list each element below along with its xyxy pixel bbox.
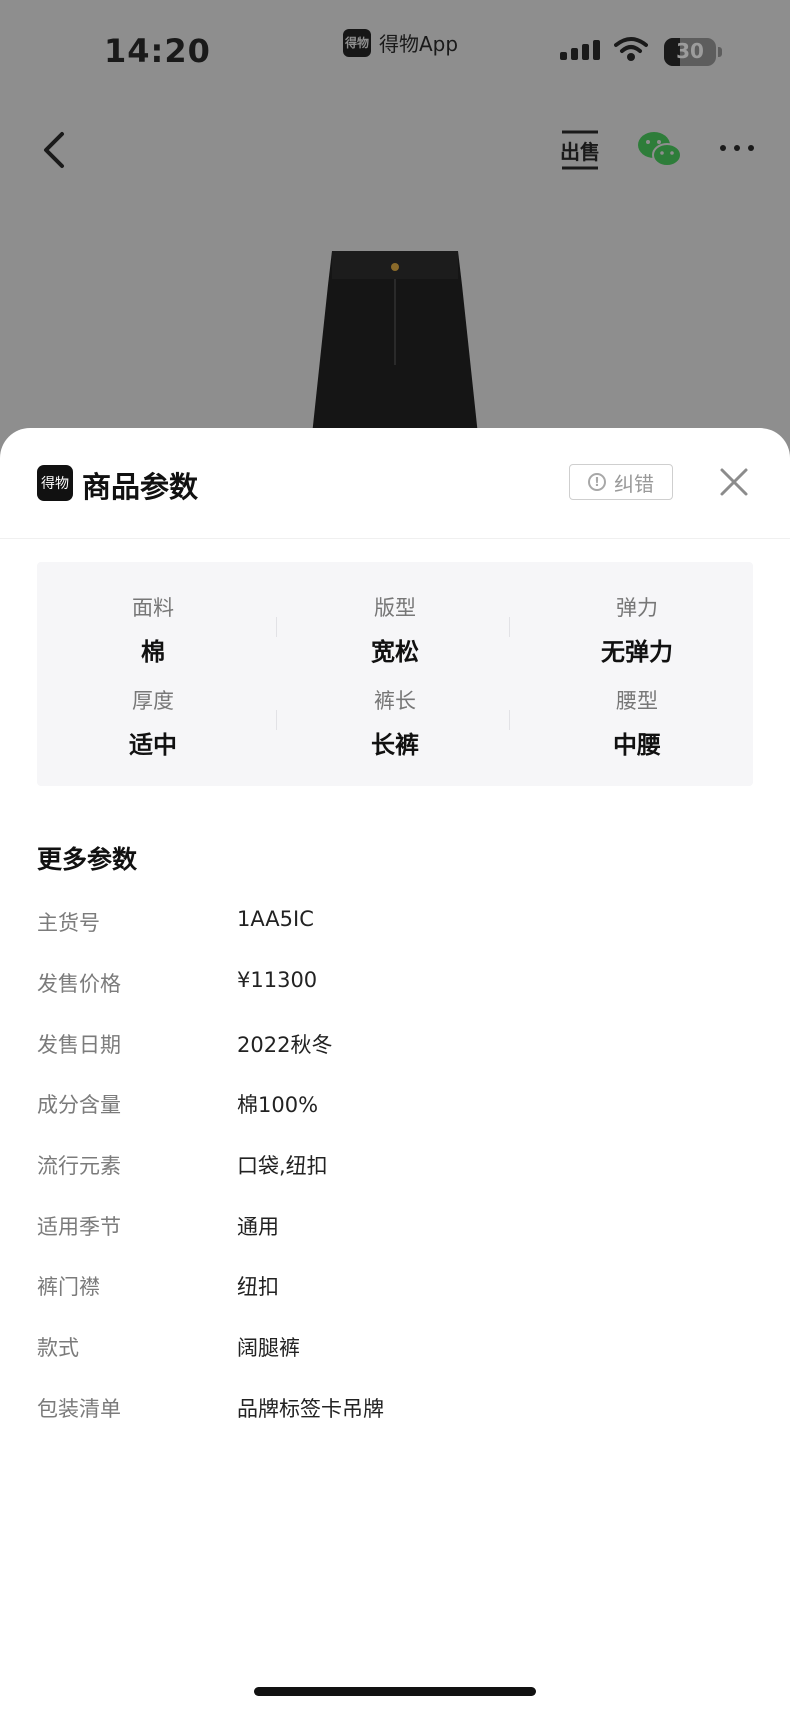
param-key: 发售日期 <box>37 1033 121 1057</box>
wifi-icon <box>614 37 648 61</box>
param-stretch: 弹力 无弹力 <box>521 592 753 667</box>
param-value: ¥11300 <box>237 968 318 992</box>
sheet-header: 得物 商品参数 ! 纠错 <box>0 428 790 539</box>
param-key: 裤长 <box>374 689 416 713</box>
param-fabric: 面料 棉 <box>37 592 269 667</box>
sheet-title: 商品参数 <box>82 470 199 504</box>
param-row: 发售价格 ¥11300 <box>37 968 753 1008</box>
more-icon[interactable] <box>720 138 760 158</box>
status-time: 14:20 <box>104 32 211 70</box>
report-error-label: 纠错 <box>614 471 654 496</box>
app-name: 得物App <box>379 32 459 56</box>
param-key: 发售价格 <box>37 972 121 996</box>
param-value: 通用 <box>237 1215 279 1239</box>
dewu-logo-icon: 得物 <box>37 465 73 501</box>
param-value: 口袋,纽扣 <box>237 1154 328 1178</box>
param-value: 品牌标签卡吊牌 <box>237 1397 384 1421</box>
product-image <box>312 251 478 435</box>
param-key: 面料 <box>132 596 174 620</box>
param-row: 包装清单 品牌标签卡吊牌 <box>37 1393 753 1433</box>
param-value: 中腰 <box>613 731 661 759</box>
param-value: 1AA5IC <box>237 907 314 931</box>
param-key: 成分含量 <box>37 1093 121 1117</box>
sell-label: 出售 <box>560 140 600 164</box>
exclamation-circle-icon: ! <box>588 473 606 491</box>
param-key: 包装清单 <box>37 1397 121 1421</box>
app-indicator: 得物 得物App <box>343 28 458 57</box>
battery-icon: 30 <box>664 38 716 66</box>
top-navbar: 出售 <box>0 110 790 190</box>
param-row: 适用季节 通用 <box>37 1211 753 1251</box>
cellular-signal-icon <box>560 40 600 60</box>
param-key: 裤门襟 <box>37 1275 100 1299</box>
param-key: 腰型 <box>616 689 658 713</box>
param-value: 长裤 <box>371 731 419 759</box>
param-row: 主货号 1AA5IC <box>37 907 753 947</box>
back-icon[interactable] <box>36 128 76 172</box>
param-value: 阔腿裤 <box>237 1336 300 1360</box>
param-value: 棉 <box>141 638 165 666</box>
battery-tip <box>718 47 722 57</box>
param-key: 流行元素 <box>37 1154 121 1178</box>
param-value: 宽松 <box>371 638 419 666</box>
param-row: 发售日期 2022秋冬 <box>37 1029 753 1069</box>
param-value: 纽扣 <box>237 1275 279 1299</box>
param-row: 成分含量 棉100% <box>37 1089 753 1129</box>
param-key: 版型 <box>374 596 416 620</box>
param-key: 弹力 <box>616 596 658 620</box>
report-error-button[interactable]: ! 纠错 <box>569 464 673 500</box>
divider <box>509 617 510 637</box>
param-waist: 腰型 中腰 <box>521 685 753 760</box>
product-params-sheet: 得物 商品参数 ! 纠错 面料 棉 版型 宽松 弹力 无弹力 厚度 适中 裤长 <box>0 428 790 1712</box>
param-row: 流行元素 口袋,纽扣 <box>37 1150 753 1190</box>
param-row: 款式 阔腿裤 <box>37 1332 753 1372</box>
param-row: 裤门襟 纽扣 <box>37 1271 753 1311</box>
param-key: 适用季节 <box>37 1215 121 1239</box>
param-length: 裤长 长裤 <box>279 685 511 760</box>
param-fit: 版型 宽松 <box>279 592 511 667</box>
param-value: 适中 <box>129 731 177 759</box>
battery-level: 30 <box>676 39 704 63</box>
wechat-icon[interactable] <box>636 128 684 172</box>
key-params-grid: 面料 棉 版型 宽松 弹力 无弹力 厚度 适中 裤长 长裤 腰型 中腰 <box>37 562 753 786</box>
param-value: 2022秋冬 <box>237 1033 333 1057</box>
param-thickness: 厚度 适中 <box>37 685 269 760</box>
param-key: 厚度 <box>132 689 174 713</box>
more-params-title: 更多参数 <box>37 845 138 874</box>
dewu-app-icon: 得物 <box>343 28 371 57</box>
divider <box>509 710 510 730</box>
sell-button[interactable]: 出售 <box>558 126 602 174</box>
home-indicator[interactable] <box>254 1687 536 1696</box>
status-bar: 14:20 得物 得物App 30 <box>0 0 790 100</box>
close-icon[interactable] <box>718 466 750 498</box>
param-key: 款式 <box>37 1336 79 1360</box>
param-key: 主货号 <box>37 911 100 935</box>
param-value: 无弹力 <box>601 638 673 666</box>
param-value: 棉100% <box>237 1093 319 1117</box>
divider <box>276 617 277 637</box>
divider <box>276 710 277 730</box>
